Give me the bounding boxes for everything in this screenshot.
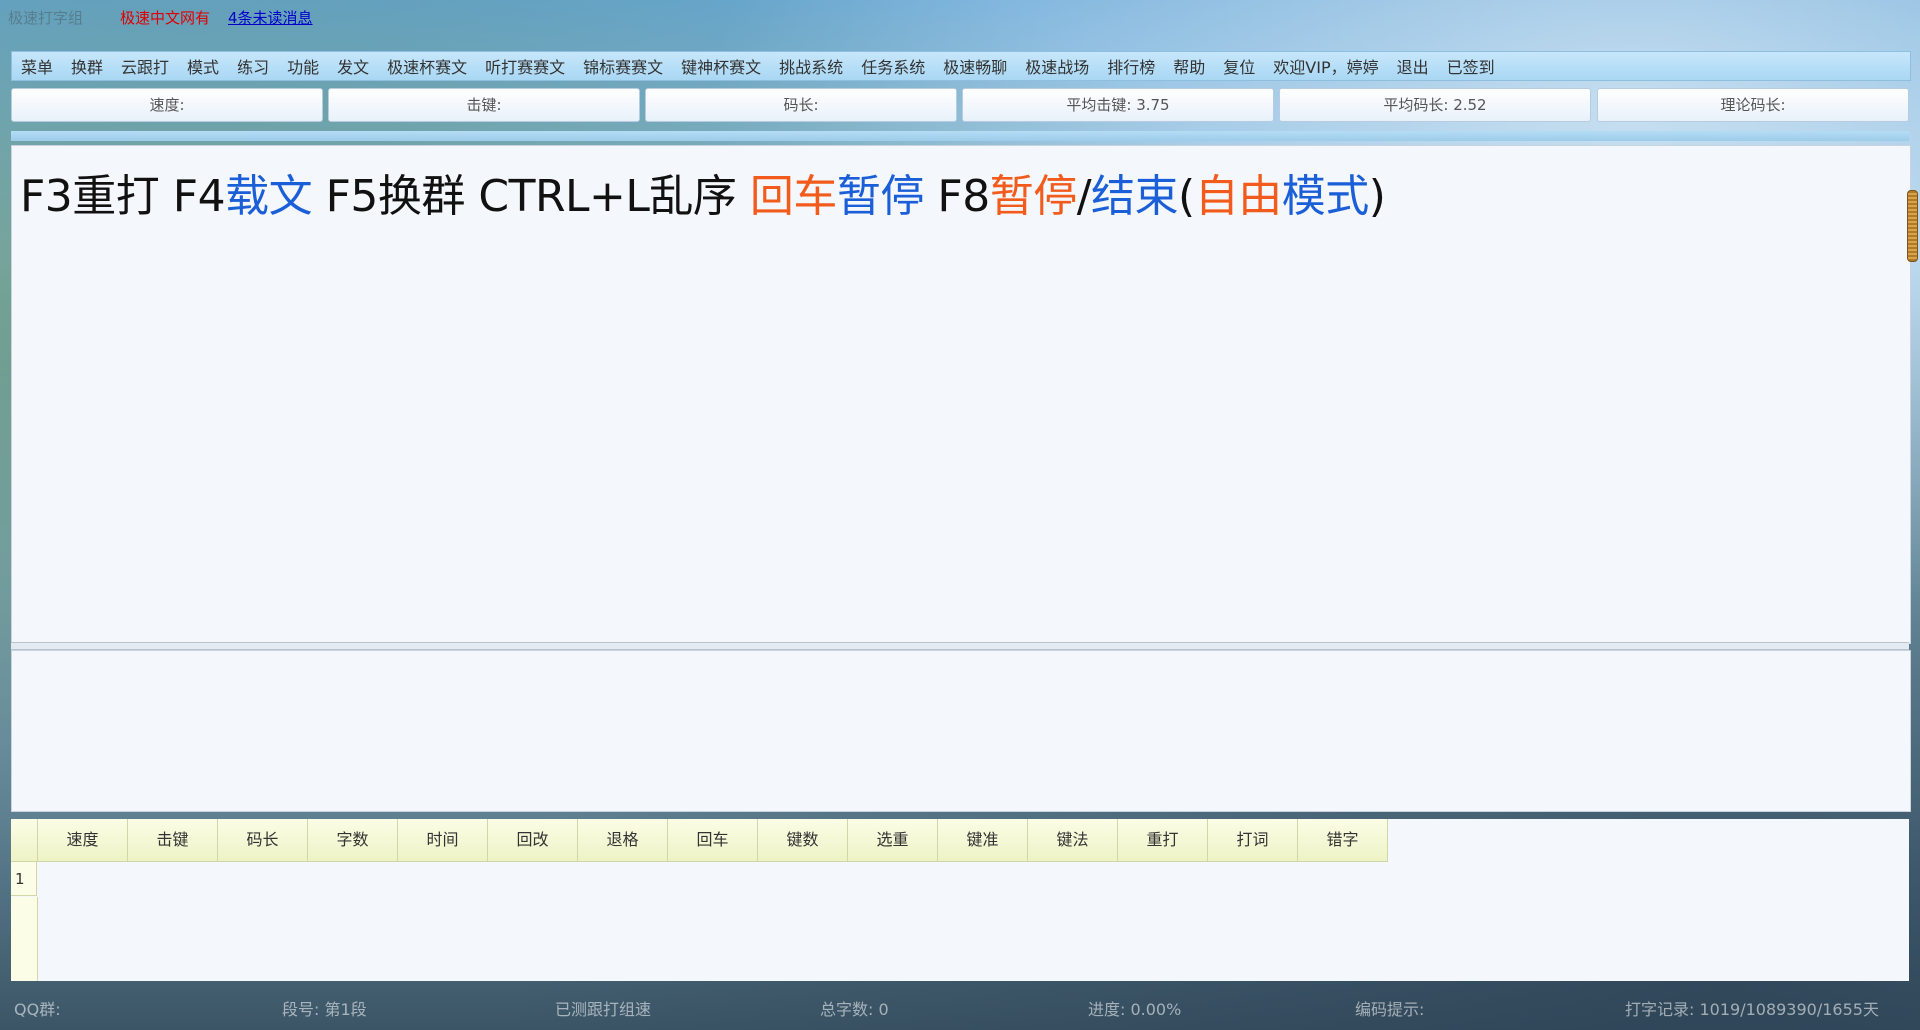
- menu-item[interactable]: 极速畅聊: [934, 54, 1016, 78]
- text-segment: 暂停: [989, 171, 1078, 222]
- text-segment: 自由: [1194, 171, 1283, 222]
- menu-item[interactable]: 发文: [328, 54, 378, 78]
- article-text-panel[interactable]: F3重打 F4载文 F5换群 CTRL+L乱序 回车暂停 F8暂停/结束(自由模…: [11, 145, 1911, 644]
- stat-speed: 速度:: [11, 88, 323, 122]
- panel-splitter[interactable]: [11, 642, 1909, 650]
- stat-code-length: 码长:: [645, 88, 957, 122]
- text-segment: ): [1368, 171, 1386, 222]
- column-header[interactable]: 回车: [668, 819, 758, 862]
- text-segment: (: [1178, 171, 1195, 222]
- status-bar: QQ群: 段号: 第1段 已测跟打组速 总字数: 0 进度: 0.00% 编码提…: [0, 990, 1920, 1020]
- menu-item[interactable]: 极速杯赛文: [378, 54, 476, 78]
- top-bar: 极速打字组 极速中文网有 4条未读消息: [0, 0, 1920, 34]
- menu-item[interactable]: 听打赛赛文: [476, 54, 574, 78]
- stat-avg-code-length: 平均码长: 2.52: [1279, 88, 1591, 122]
- scrollbar-thumb[interactable]: [1907, 190, 1918, 262]
- column-header[interactable]: 打词: [1208, 819, 1298, 862]
- results-table: 速度 击键 码长 字数 时间 回改 退格 回车 键数 选重 键准 键法 重打 打词 错字 1: [11, 819, 1909, 981]
- text-segment: F3重打 F4: [20, 171, 226, 222]
- menu-item[interactable]: 练习: [228, 54, 278, 78]
- table-row-gutter: [11, 897, 38, 981]
- menu-item[interactable]: 菜单: [12, 54, 62, 78]
- text-segment: 暂停: [836, 171, 925, 222]
- menu-item[interactable]: 功能: [278, 54, 328, 78]
- stats-bar: 速度: 击键: 码长: 平均击键: 3.75 平均码长: 2.52 理论码长:: [11, 88, 1909, 122]
- stat-keystroke: 击键:: [328, 88, 640, 122]
- site-notice: 极速中文网有: [120, 9, 211, 27]
- column-header[interactable]: 退格: [578, 819, 668, 862]
- column-header[interactable]: 选重: [848, 819, 938, 862]
- text-segment: 模式: [1281, 171, 1370, 222]
- text-segment: 回车: [749, 171, 838, 222]
- status-progress: 进度: 0.00%: [1088, 1000, 1182, 1019]
- text-segment: 载文: [225, 171, 313, 222]
- menu-item[interactable]: 锦标赛赛文: [574, 54, 672, 78]
- menu-item[interactable]: 退出: [1388, 54, 1438, 78]
- column-header[interactable]: 键法: [1028, 819, 1118, 862]
- menu-item[interactable]: 复位: [1214, 54, 1264, 78]
- menu-item[interactable]: 任务系统: [852, 54, 934, 78]
- menu-item[interactable]: 已签到: [1438, 54, 1504, 78]
- unread-messages-link[interactable]: 4条未读消息: [228, 7, 313, 28]
- status-segment: 段号: 第1段: [282, 1000, 367, 1019]
- column-header[interactable]: 回改: [488, 819, 578, 862]
- menu-item[interactable]: 排行榜: [1098, 54, 1164, 78]
- column-header[interactable]: 击键: [128, 819, 218, 862]
- table-header-row: 速度 击键 码长 字数 时间 回改 退格 回车 键数 选重 键准 键法 重打 打词 错字: [38, 819, 1388, 862]
- app-title-faded: 极速打字组: [8, 9, 84, 27]
- menu-item[interactable]: 极速战场: [1016, 54, 1098, 78]
- menu-item[interactable]: 键神杯赛文: [672, 54, 770, 78]
- typing-input-area[interactable]: [11, 650, 1911, 812]
- text-segment: F8: [923, 171, 990, 222]
- main-menu-bar: 菜单 换群 云跟打 模式 练习 功能 发文 极速杯赛文 听打赛赛文 锦标赛赛文 键神杯赛文 挑战系统任…: [11, 51, 1911, 81]
- status-hint: 已测跟打组速: [555, 1000, 652, 1019]
- column-header[interactable]: 字数: [308, 819, 398, 862]
- article-text-line: F3重打 F4载文 F5换群 CTRL+L乱序 回车暂停 F8暂停/结束(自由模…: [20, 160, 1386, 224]
- menu-item[interactable]: 欢迎VIP，婷婷: [1264, 54, 1387, 78]
- text-segment: F5换群 CTRL+L乱序: [312, 171, 750, 222]
- column-header[interactable]: 速度: [38, 819, 128, 862]
- column-header[interactable]: 重打: [1118, 819, 1208, 862]
- column-header[interactable]: 码长: [218, 819, 308, 862]
- status-record: 打字记录: 1019/1089390/1655天: [1625, 1000, 1879, 1019]
- table-row-number[interactable]: 1: [11, 862, 37, 896]
- menu-item[interactable]: 模式: [178, 54, 228, 78]
- stat-avg-keystroke: 平均击键: 3.75: [962, 88, 1274, 122]
- menu-item[interactable]: 换群: [62, 54, 112, 78]
- table-corner: [11, 819, 38, 862]
- column-header[interactable]: 键准: [938, 819, 1028, 862]
- text-segment: 结束: [1091, 171, 1179, 222]
- text-segment: /: [1076, 171, 1092, 222]
- column-header[interactable]: 错字: [1298, 819, 1388, 862]
- status-code-hint: 编码提示:: [1355, 1000, 1425, 1019]
- stat-theory-code-length: 理论码长:: [1597, 88, 1909, 122]
- menu-item[interactable]: 云跟打: [112, 54, 178, 78]
- status-total-chars: 总字数: 0: [820, 1000, 889, 1019]
- menu-item[interactable]: 挑战系统: [770, 54, 852, 78]
- status-qq-group: QQ群:: [14, 1000, 61, 1019]
- column-header[interactable]: 键数: [758, 819, 848, 862]
- menu-item[interactable]: 帮助: [1164, 54, 1214, 78]
- column-header[interactable]: 时间: [398, 819, 488, 862]
- progress-strip: [11, 131, 1909, 141]
